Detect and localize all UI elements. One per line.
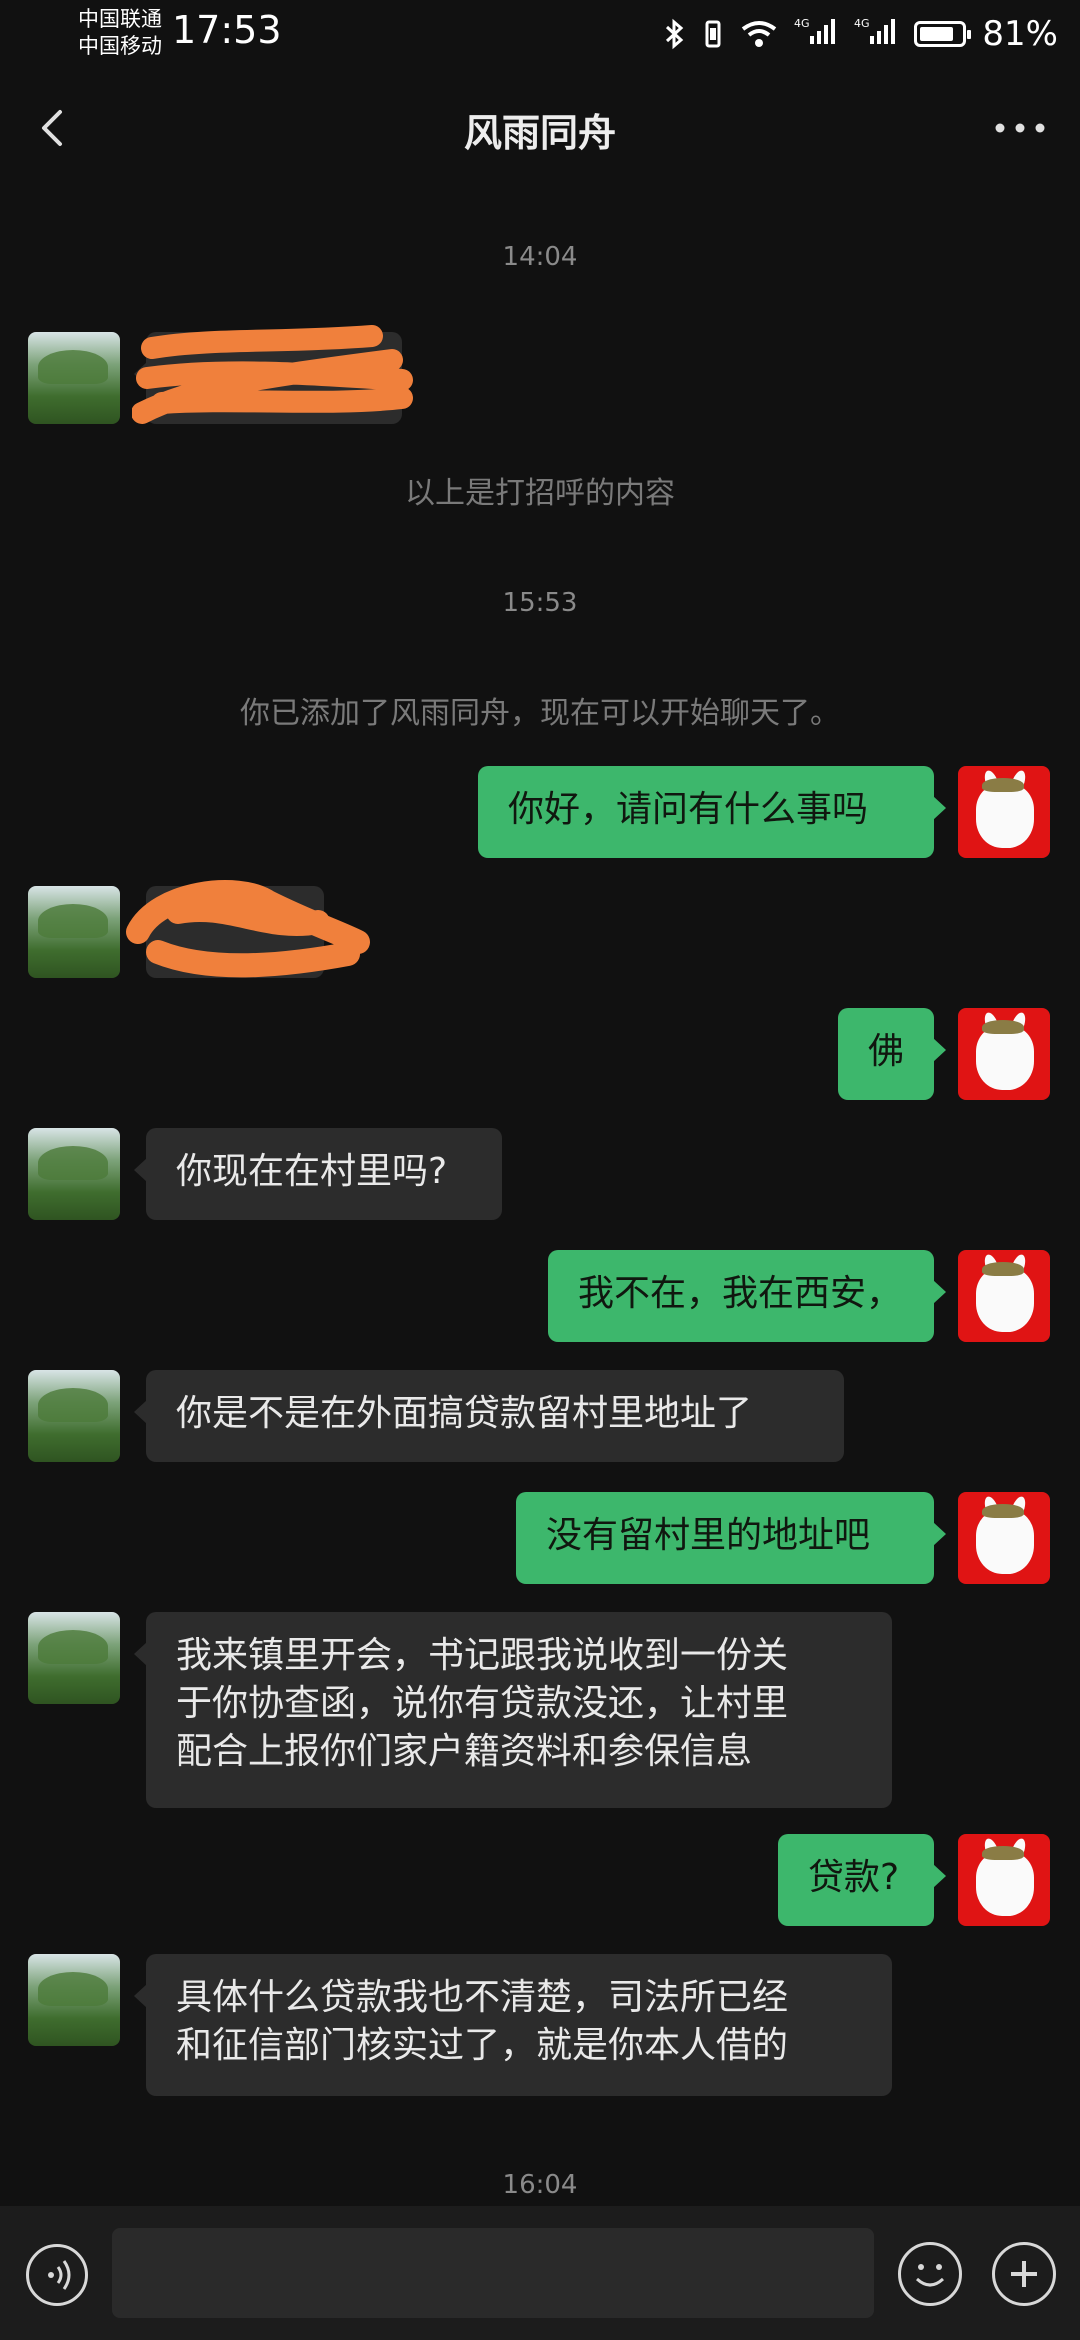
svg-text:4G: 4G	[854, 17, 870, 30]
timestamp: 16:04	[502, 2170, 578, 2200]
message-bubble-incoming[interactable]: 你现在在村里吗?	[134, 1128, 502, 1220]
more-dots-icon[interactable]	[990, 102, 1050, 154]
vibrate-icon	[705, 20, 721, 48]
battery-icon	[914, 21, 972, 47]
message-bubble-outgoing[interactable]: 佛	[838, 1008, 946, 1100]
message-list[interactable]: 14:04 以上是打招呼的内容 15:53 你已添加了风雨同舟，现在可以开始聊天…	[0, 176, 1080, 2206]
chat-title: 风雨同舟	[463, 111, 616, 155]
avatar[interactable]	[28, 1128, 120, 1220]
avatar[interactable]	[958, 1492, 1050, 1584]
emoji-icon[interactable]	[898, 2242, 962, 2306]
battery-percent: 81%	[982, 14, 1058, 54]
redaction-scribble	[126, 880, 370, 978]
plus-icon[interactable]	[992, 2242, 1056, 2306]
avatar[interactable]	[958, 766, 1050, 858]
message-bubble-outgoing[interactable]: 贷款?	[778, 1834, 946, 1926]
status-bar: 中国联通 中国移动 17:53 4G 4G 81%	[0, 0, 1080, 72]
avatar[interactable]	[958, 1834, 1050, 1926]
carrier-1: 中国联通	[78, 7, 162, 31]
avatar[interactable]	[958, 1008, 1050, 1100]
redaction-scribble	[132, 325, 413, 424]
message-bubble-outgoing[interactable]: 没有留村里的地址吧	[516, 1492, 946, 1584]
timestamp: 14:04	[502, 242, 578, 272]
message-bubble-incoming[interactable]: 你是不是在外面搞贷款留村里地址了	[134, 1370, 844, 1462]
message-bubble-incoming[interactable]: 具体什么贷款我也不清楚，司法所已经 和征信部门核实过了，就是你本人借的	[134, 1954, 892, 2096]
bluetooth-icon	[666, 18, 684, 50]
status-icons: 4G 4G 81%	[664, 14, 1058, 54]
avatar[interactable]	[28, 886, 120, 978]
chat-header: 风雨同舟	[0, 80, 1080, 176]
signal-icon: 4G	[794, 16, 838, 53]
message-input[interactable]	[112, 2228, 874, 2318]
signal-icon: 4G	[854, 16, 898, 53]
carrier-2: 中国移动	[78, 34, 162, 58]
message-bubble-outgoing[interactable]: 我不在，我在西安，	[548, 1250, 946, 1342]
carrier-info: 中国联通 中国移动	[78, 6, 162, 60]
input-bar	[0, 2206, 1080, 2340]
status-time: 17:53	[172, 8, 282, 52]
system-message: 以上是打招呼的内容	[405, 476, 675, 511]
timestamp: 15:53	[502, 588, 578, 618]
avatar[interactable]	[28, 1370, 120, 1462]
svg-text:4G: 4G	[794, 17, 810, 30]
message-bubble-incoming[interactable]: 我来镇里开会，书记跟我说收到一份关 于你协查函，说你有贷款没还，让村里 配合上报…	[134, 1612, 892, 1808]
avatar[interactable]	[28, 332, 120, 424]
message-bubble-incoming[interactable]	[126, 880, 370, 978]
wifi-icon	[742, 21, 777, 47]
avatar[interactable]	[28, 1954, 120, 2046]
avatar[interactable]	[28, 1612, 120, 1704]
message-bubble-outgoing[interactable]: 你好，请问有什么事吗	[478, 766, 946, 858]
message-bubble-incoming[interactable]	[132, 325, 413, 424]
voice-icon[interactable]	[26, 2244, 88, 2306]
system-message: 你已添加了风雨同舟，现在可以开始聊天了。	[240, 696, 840, 731]
avatar[interactable]	[958, 1250, 1050, 1342]
